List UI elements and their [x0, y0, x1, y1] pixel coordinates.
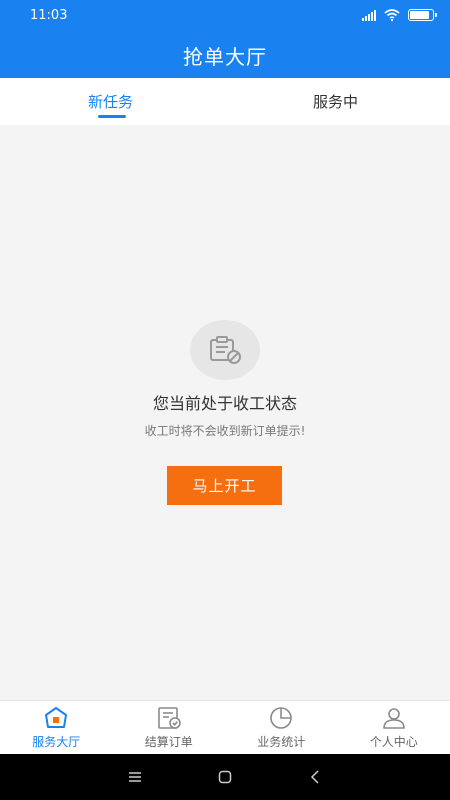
status-icons [362, 9, 437, 21]
menu-icon[interactable] [120, 762, 150, 792]
pie-chart-icon [270, 706, 293, 729]
nav-item-personal-center[interactable]: 个人中心 [338, 701, 450, 754]
nav-label: 结算订单 [144, 734, 193, 749]
status-time: 11:03 [30, 8, 68, 23]
home-square-icon[interactable] [210, 762, 240, 792]
back-icon[interactable] [300, 762, 330, 792]
bottom-nav: 服务大厅 结算订单 业务统计 个人中心 [0, 700, 450, 754]
page-title: 抢单大厅 [183, 44, 267, 69]
nav-item-business-stats[interactable]: 业务统计 [225, 701, 338, 754]
nav-item-settlement-orders[interactable]: 结算订单 [113, 701, 226, 754]
wifi-icon [384, 9, 400, 21]
nav-label: 业务统计 [257, 734, 306, 749]
order-check-icon [157, 706, 181, 729]
empty-state: 您当前处于收工状态 收工时将不会收到新订单提示! 马上开工 [0, 125, 450, 700]
status-bar: 11:03 [0, 0, 450, 32]
battery-icon [408, 9, 437, 21]
empty-state-subtitle: 收工时将不会收到新订单提示! [144, 424, 306, 438]
clipboard-off-icon [190, 320, 260, 380]
signal-icon [362, 9, 376, 21]
tab-bar: 新任务 服务中 [0, 78, 450, 125]
start-work-button[interactable]: 马上开工 [167, 466, 282, 505]
nav-item-service-hall[interactable]: 服务大厅 [0, 701, 113, 754]
empty-state-title: 您当前处于收工状态 [152, 394, 297, 413]
tab-label: 新任务 [88, 93, 134, 111]
tab-underline [98, 115, 126, 118]
tab-in-service[interactable]: 服务中 [225, 78, 450, 125]
system-nav-bar [0, 754, 450, 800]
user-icon [382, 707, 405, 729]
nav-label: 个人中心 [369, 734, 418, 749]
nav-label: 服务大厅 [32, 734, 81, 749]
tab-new-tasks[interactable]: 新任务 [0, 78, 225, 125]
title-bar: 抢单大厅 [0, 32, 450, 78]
home-icon [45, 706, 68, 728]
tab-label: 服务中 [313, 93, 359, 111]
